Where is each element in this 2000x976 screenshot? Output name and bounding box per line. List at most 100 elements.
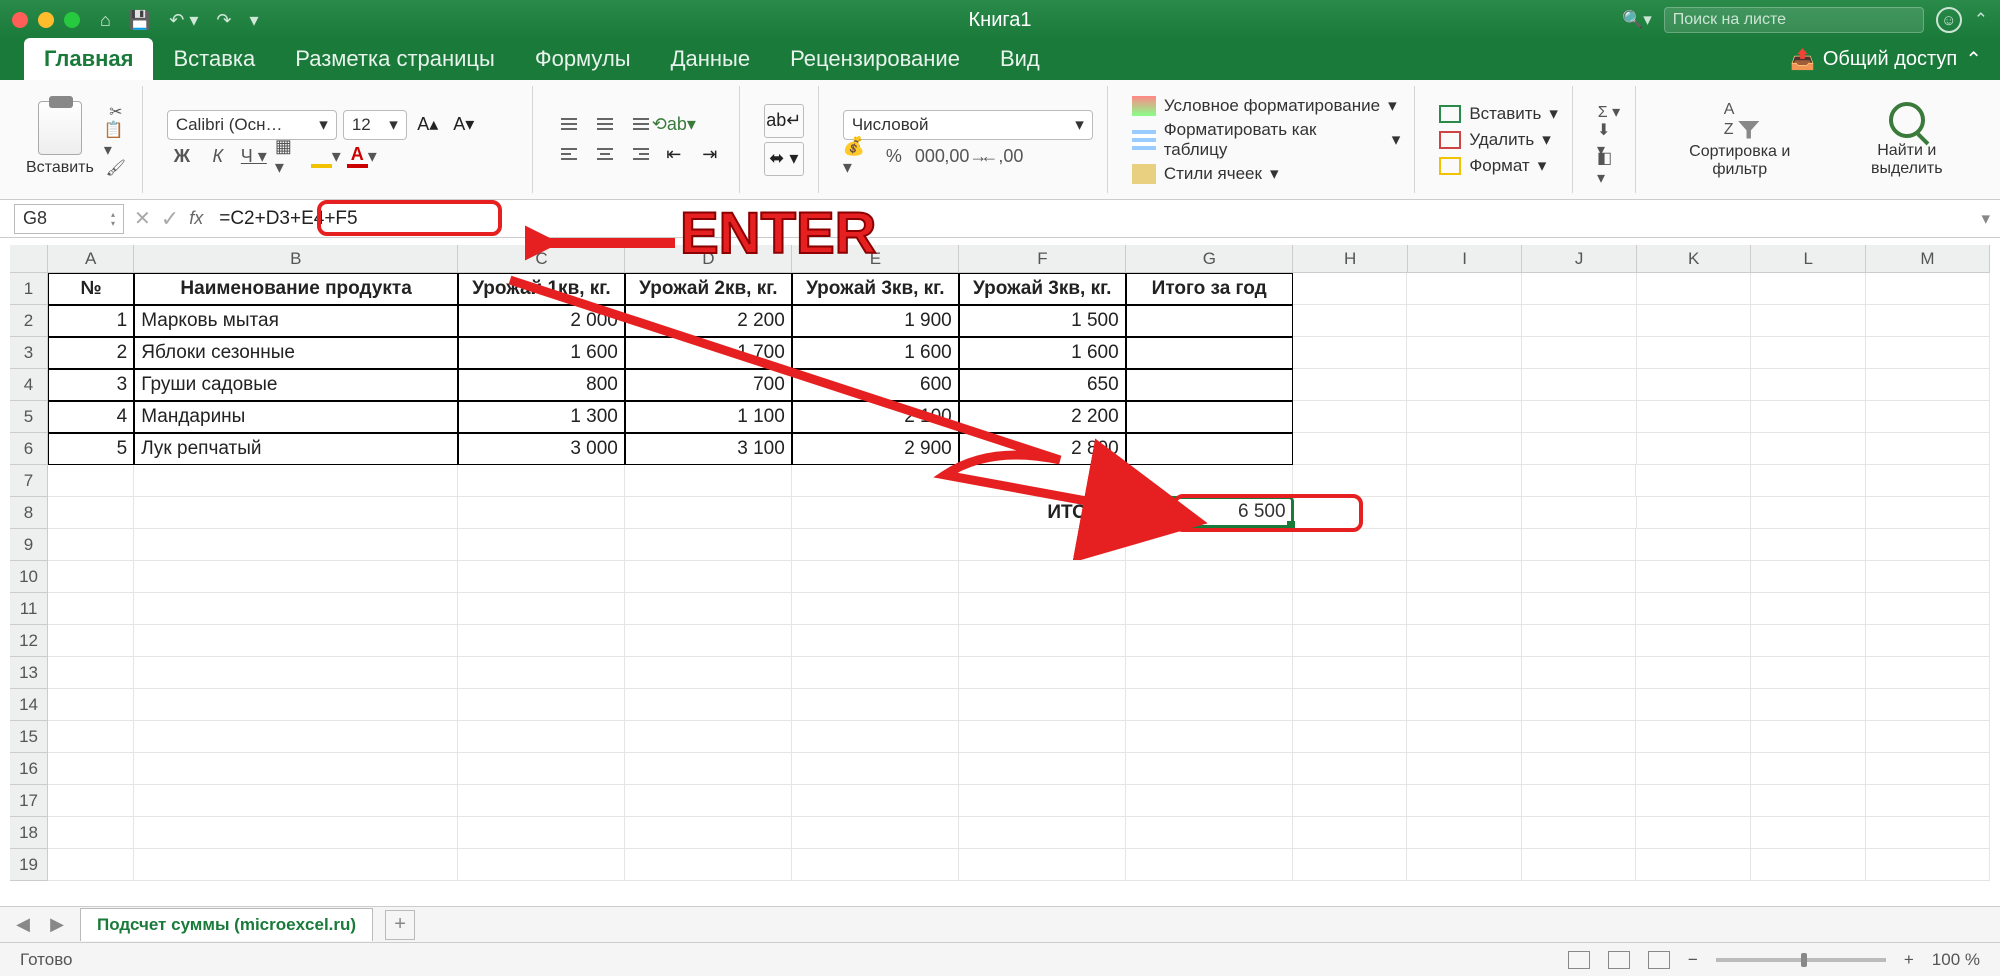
row-header[interactable]: 17: [10, 785, 48, 817]
column-header[interactable]: I: [1408, 245, 1523, 273]
column-header[interactable]: F: [959, 245, 1126, 273]
zoom-in-icon[interactable]: +: [1904, 950, 1914, 970]
cell[interactable]: [134, 753, 458, 785]
cell[interactable]: [1866, 817, 1990, 849]
cell[interactable]: [1866, 625, 1990, 657]
cell[interactable]: [959, 753, 1126, 785]
cell[interactable]: [1866, 753, 1990, 785]
cell[interactable]: [1751, 657, 1866, 689]
cell[interactable]: [792, 785, 959, 817]
cell[interactable]: [48, 593, 134, 625]
decrease-decimal-icon[interactable]: ←,00: [987, 144, 1017, 170]
cell[interactable]: [1407, 369, 1522, 401]
formula-expand-icon[interactable]: ▾: [1981, 209, 1990, 229]
cell[interactable]: [1751, 817, 1866, 849]
tab-formulas[interactable]: Формулы: [515, 38, 651, 80]
cell[interactable]: [1636, 849, 1751, 881]
decrease-font-icon[interactable]: A▾: [449, 112, 479, 138]
cell[interactable]: [134, 497, 458, 529]
cell[interactable]: [1522, 401, 1637, 433]
cell[interactable]: [1293, 529, 1408, 561]
cell[interactable]: 3 000: [458, 433, 625, 465]
cell[interactable]: 3: [48, 369, 134, 401]
cell[interactable]: Марковь мытая: [134, 305, 458, 337]
cell[interactable]: [1636, 529, 1751, 561]
italic-button[interactable]: К: [203, 144, 233, 170]
cell[interactable]: [1522, 305, 1637, 337]
cell[interactable]: [1866, 433, 1990, 465]
column-header[interactable]: J: [1522, 245, 1637, 273]
decrease-indent-icon[interactable]: ⇤: [659, 142, 689, 168]
minimize-window[interactable]: [38, 12, 54, 28]
cell[interactable]: [48, 689, 134, 721]
cell[interactable]: [959, 721, 1126, 753]
cell[interactable]: [1866, 785, 1990, 817]
cell[interactable]: [134, 625, 458, 657]
cell[interactable]: [959, 625, 1126, 657]
cell[interactable]: [792, 721, 959, 753]
cell[interactable]: [959, 657, 1126, 689]
cell[interactable]: [1636, 465, 1751, 497]
column-header[interactable]: D: [625, 245, 792, 273]
row-header[interactable]: 2: [10, 305, 48, 337]
insert-cells-button[interactable]: Вставить ▾: [1439, 104, 1558, 124]
cell[interactable]: [458, 753, 625, 785]
cell[interactable]: [959, 593, 1126, 625]
cell[interactable]: [458, 817, 625, 849]
cell[interactable]: [1522, 657, 1637, 689]
row-header[interactable]: 15: [10, 721, 48, 753]
cell[interactable]: [1522, 753, 1637, 785]
cell[interactable]: [1293, 785, 1408, 817]
row-header[interactable]: 11: [10, 593, 48, 625]
orientation-icon[interactable]: ⟲ab▾: [659, 112, 689, 138]
format-cells-button[interactable]: Формат ▾: [1439, 156, 1558, 176]
cell[interactable]: [1126, 561, 1293, 593]
cell[interactable]: [1126, 305, 1293, 337]
cell[interactable]: [1293, 625, 1408, 657]
cell[interactable]: [1637, 401, 1752, 433]
cell[interactable]: [1522, 849, 1637, 881]
cell[interactable]: [1407, 465, 1522, 497]
row-header[interactable]: 5: [10, 401, 48, 433]
cell[interactable]: [1522, 721, 1637, 753]
cell[interactable]: [959, 689, 1126, 721]
zoom-out-icon[interactable]: −: [1688, 950, 1698, 970]
view-page-layout-icon[interactable]: [1608, 951, 1630, 969]
cell[interactable]: [792, 465, 959, 497]
increase-font-icon[interactable]: A▴: [413, 112, 443, 138]
cell[interactable]: [1751, 721, 1866, 753]
cell[interactable]: [1866, 369, 1990, 401]
cell[interactable]: [792, 689, 959, 721]
cell[interactable]: [134, 721, 458, 753]
row-header[interactable]: 8: [10, 497, 48, 529]
spreadsheet-grid[interactable]: ABCDEFGHIJKLM 1№Наименование продуктаУро…: [10, 245, 1990, 914]
row-header[interactable]: 9: [10, 529, 48, 561]
cell[interactable]: [1522, 625, 1637, 657]
cell[interactable]: [625, 817, 792, 849]
column-header[interactable]: B: [134, 245, 458, 273]
cell[interactable]: [1751, 369, 1866, 401]
cell[interactable]: [1293, 273, 1408, 305]
cell[interactable]: Урожай 3кв, кг.: [959, 273, 1126, 305]
cell[interactable]: [625, 465, 792, 497]
paste-icon[interactable]: [38, 101, 82, 155]
cell[interactable]: [1407, 273, 1522, 305]
fx-icon[interactable]: fx: [189, 208, 203, 229]
row-header[interactable]: 4: [10, 369, 48, 401]
cell[interactable]: [1293, 721, 1408, 753]
cell[interactable]: [1407, 785, 1522, 817]
row-header[interactable]: 14: [10, 689, 48, 721]
cell[interactable]: 600: [792, 369, 959, 401]
font-color-icon[interactable]: A▾: [347, 144, 377, 170]
column-header[interactable]: L: [1751, 245, 1866, 273]
column-header[interactable]: G: [1126, 245, 1293, 273]
cell[interactable]: [48, 625, 134, 657]
align-top-icon[interactable]: [557, 112, 585, 136]
cell[interactable]: [1866, 337, 1990, 369]
cell[interactable]: [458, 529, 625, 561]
cell[interactable]: [1522, 689, 1637, 721]
cell[interactable]: [1751, 465, 1866, 497]
cell[interactable]: [625, 625, 792, 657]
format-painter-icon[interactable]: 🖌: [104, 157, 128, 179]
cell[interactable]: 1 500: [959, 305, 1126, 337]
